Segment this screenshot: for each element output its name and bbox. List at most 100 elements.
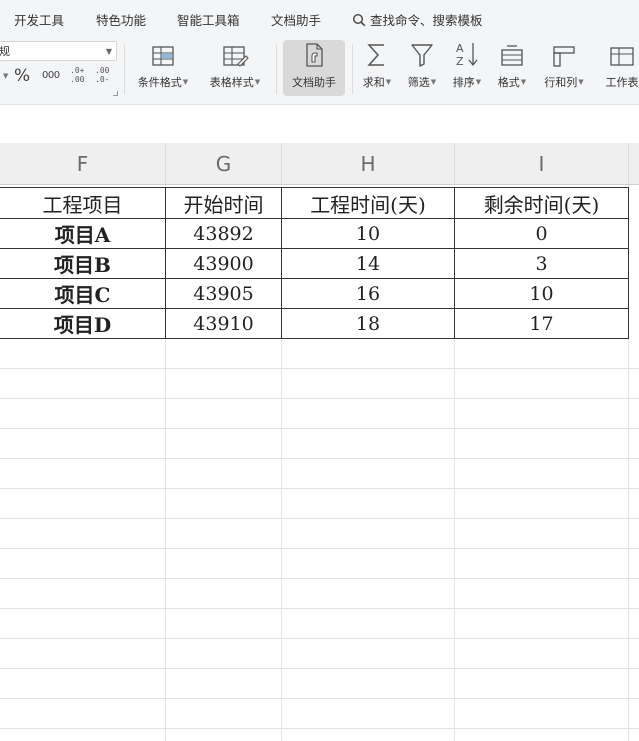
chevron-down-icon: ▼ (182, 78, 189, 86)
grid-line (0, 638, 639, 639)
table-cell-project[interactable]: 项目B (0, 249, 165, 278)
document-assistant-button[interactable]: 文档助手 (283, 40, 345, 96)
menu-smart-toolbox[interactable]: 智能工具箱 (177, 10, 240, 29)
menu-special-features[interactable]: 特色功能 (96, 10, 146, 29)
percent-style-button[interactable]: % (14, 66, 30, 86)
table-cell-duration[interactable]: 10 (282, 219, 454, 248)
decrease-decimal-bottom: .0- (95, 75, 110, 84)
table-border (0, 338, 629, 339)
table-cell-project[interactable]: 项目D (0, 309, 165, 338)
chevron-down-icon: ▼ (105, 47, 112, 56)
format-button[interactable]: 格式 ▼ (492, 40, 532, 96)
table-header-start-time[interactable]: 开始时间 (166, 188, 281, 218)
command-search[interactable]: 查找命令、搜索模板 (352, 10, 483, 29)
table-style-icon (223, 46, 249, 67)
increase-decimal-bottom: .00 (70, 75, 85, 84)
grid-line (0, 728, 639, 729)
currency-dropdown-icon[interactable]: ▼ (3, 72, 8, 80)
table-cell-remaining[interactable]: 0 (455, 219, 628, 248)
grid-line (0, 548, 639, 549)
menu-bar: 开发工具 特色功能 智能工具箱 文档助手 查找命令、搜索模板 (0, 0, 639, 36)
column-header-j[interactable] (629, 143, 639, 185)
chevron-down-icon: ▼ (520, 78, 527, 86)
column-letter: F (76, 152, 89, 176)
decrease-decimal-button[interactable]: .00 .0- (95, 66, 109, 84)
table-cell-start-time[interactable]: 43900 (166, 249, 281, 278)
rows-columns-label: 行和列 (544, 76, 578, 89)
grid-line (0, 488, 639, 489)
table-header-project[interactable]: 工程项目 (0, 188, 165, 218)
thousands-separator-button[interactable]: 000 (42, 70, 60, 81)
table-border (628, 187, 629, 339)
sort-label: 排序 (452, 76, 475, 89)
grid-line (0, 608, 639, 609)
rows-columns-icon (553, 46, 575, 67)
grid-line (0, 368, 639, 369)
header-divider (0, 184, 639, 185)
chevron-down-icon: ▼ (385, 78, 392, 86)
table-header-remaining[interactable]: 剩余时间(天) (455, 188, 628, 218)
grid-line (0, 668, 639, 669)
worksheet-button[interactable]: 工作表 (597, 40, 639, 96)
menu-developer-tools[interactable]: 开发工具 (14, 10, 64, 29)
dialog-launcher-icon[interactable] (113, 91, 118, 96)
table-cell-remaining[interactable]: 10 (455, 279, 628, 308)
filter-icon (411, 44, 433, 67)
conditional-format-label: 条件格式 (137, 76, 182, 89)
column-header-g[interactable]: G (166, 143, 282, 185)
grid-line (0, 458, 639, 459)
document-assistant-icon (306, 43, 323, 67)
number-format-value: 规 (0, 45, 10, 58)
grid-line (0, 428, 639, 429)
table-style-label: 表格样式 (209, 76, 254, 89)
decrease-decimal-top: .00 (95, 66, 110, 75)
table-cell-project[interactable]: 项目A (0, 219, 165, 248)
table-cell-project[interactable]: 项目C (0, 279, 165, 308)
filter-button[interactable]: 筛选 ▼ (402, 40, 442, 96)
table-cell-start-time[interactable]: 43905 (166, 279, 281, 308)
ribbon-separator (124, 44, 125, 94)
chevron-down-icon: ▼ (578, 78, 584, 86)
sum-label: 求和 (362, 76, 385, 89)
number-format-select[interactable]: 规 ▼ (0, 41, 117, 61)
column-header-h[interactable]: H (282, 143, 455, 185)
column-header-i[interactable]: I (455, 143, 629, 185)
ribbon-separator (352, 44, 353, 94)
worksheet-label: 工作表 (605, 76, 639, 89)
chevron-down-icon: ▼ (475, 78, 482, 86)
table-cell-remaining[interactable]: 17 (455, 309, 628, 338)
format-icon (501, 45, 523, 66)
table-cell-start-time[interactable]: 43892 (166, 219, 281, 248)
chevron-down-icon: ▼ (254, 78, 261, 86)
conditional-format-icon (152, 46, 174, 66)
table-header-duration[interactable]: 工程时间(天) (282, 188, 454, 218)
filter-label: 筛选 (407, 76, 430, 89)
format-label: 格式 (497, 76, 520, 89)
table-cell-remaining[interactable]: 3 (455, 249, 628, 278)
formula-bar-area (0, 105, 639, 143)
menu-document-assistant[interactable]: 文档助手 (271, 10, 321, 29)
table-cell-duration[interactable]: 14 (282, 249, 454, 278)
ribbon-toolbar: 规 ▼ ▼ % 000 .0+ .00 .00 .0- 条件格式 ▼ 表格样式 … (0, 36, 639, 105)
sort-button[interactable]: A Z 排序 ▼ (447, 40, 487, 96)
table-cell-duration[interactable]: 16 (282, 279, 454, 308)
search-icon (352, 13, 366, 26)
grid-line (0, 698, 639, 699)
table-cell-start-time[interactable]: 43910 (166, 309, 281, 338)
conditional-format-button[interactable]: 条件格式 ▼ (132, 40, 194, 96)
ribbon-separator (276, 44, 277, 94)
table-cell-duration[interactable]: 18 (282, 309, 454, 338)
column-letter: H (360, 152, 376, 176)
table-style-button[interactable]: 表格样式 ▼ (202, 40, 268, 96)
svg-text:A: A (456, 42, 464, 55)
command-search-label: 查找命令、搜索模板 (370, 13, 483, 28)
increase-decimal-button[interactable]: .0+ .00 (70, 66, 84, 84)
grid-line (0, 398, 639, 399)
column-header-f[interactable]: F (0, 143, 166, 185)
grid-line (0, 578, 639, 579)
rows-columns-button[interactable]: 行和列 ▼ (538, 40, 590, 96)
sum-icon (367, 44, 384, 66)
worksheet-icon (610, 47, 634, 66)
document-assistant-label: 文档助手 (292, 76, 336, 89)
sum-button[interactable]: 求和 ▼ (358, 40, 396, 96)
